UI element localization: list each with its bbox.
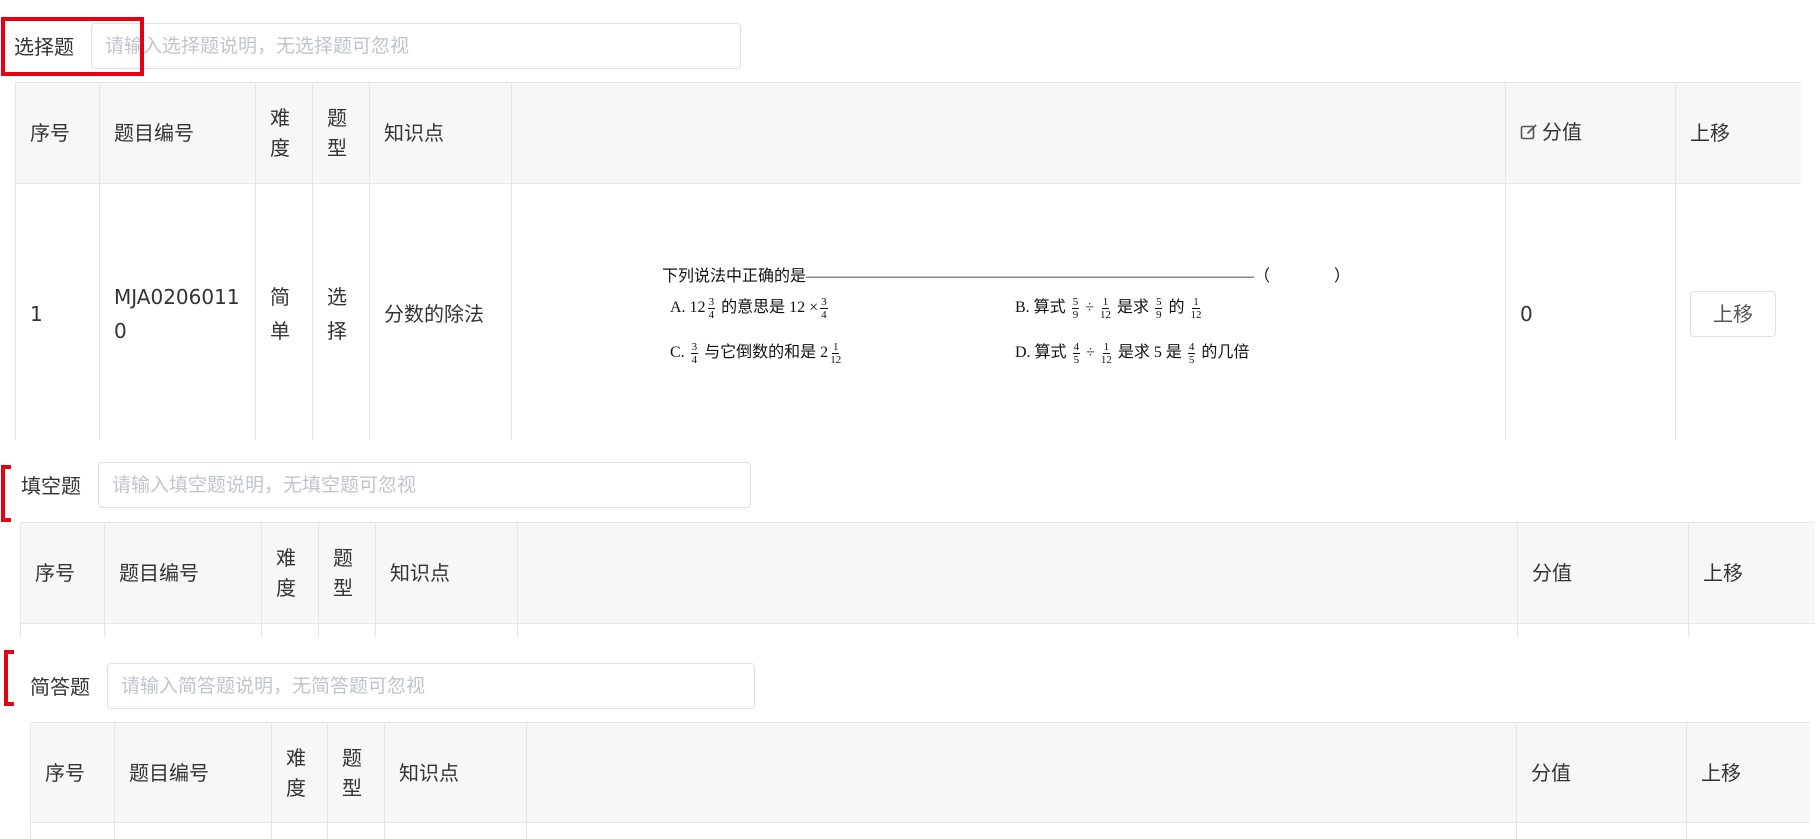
header-code: 题目编号 bbox=[104, 522, 262, 624]
header-move: 上移 bbox=[1675, 82, 1801, 184]
cell-score: 0 bbox=[1505, 183, 1676, 440]
option-b: B. 算式 59 ÷ 1 12 是求 59 的 1 12 bbox=[1015, 295, 1202, 321]
header-difficulty: 难度 bbox=[255, 82, 313, 184]
header-knowledge: 知识点 bbox=[384, 722, 527, 823]
header-index: 序号 bbox=[15, 82, 100, 184]
table-row: 1 MJA02060110 简单 选择 分数的除法 下列说法中正确的是—————… bbox=[15, 183, 1801, 440]
header-type: 题型 bbox=[312, 82, 370, 184]
choice-table-wrap: 序号 题目编号 难度 题型 知识点 分值 上移 1 MJA02060110 简单… bbox=[15, 82, 1801, 440]
section-label-short: 简答题 bbox=[30, 675, 90, 699]
choice-table: 序号 题目编号 难度 题型 知识点 分值 上移 1 MJA02060110 简单… bbox=[15, 82, 1801, 440]
cell-code: MJA02060110 bbox=[99, 183, 256, 440]
question-content: 下列说法中正确的是————————————————————————————（ ）… bbox=[512, 184, 1505, 440]
cell-type: 选择 bbox=[312, 183, 370, 440]
table-row bbox=[30, 822, 1810, 839]
table-header-row: 序号 题目编号 难度 题型 知识点 分值 上移 bbox=[15, 82, 1801, 184]
table-header-row: 序号 题目编号 难度 题型 知识点 分值 上移 bbox=[20, 522, 1815, 624]
choice-description-input[interactable]: 请输入选择题说明，无选择题可忽视 bbox=[91, 23, 741, 69]
header-content bbox=[526, 722, 1517, 823]
header-code: 题目编号 bbox=[114, 722, 272, 823]
header-index: 序号 bbox=[20, 522, 105, 624]
cell-knowledge: 分数的除法 bbox=[369, 183, 512, 440]
header-score: 分值 bbox=[1516, 722, 1687, 823]
option-c: C. 34 与它倒数的和是 2 1 12 bbox=[670, 340, 842, 366]
header-content bbox=[511, 82, 1506, 184]
cell-index: 1 bbox=[15, 183, 100, 440]
header-code: 题目编号 bbox=[99, 82, 256, 184]
header-score: 分值 bbox=[1517, 522, 1689, 624]
cell-move: 上移 bbox=[1675, 183, 1801, 440]
header-difficulty: 难度 bbox=[261, 522, 319, 624]
question-stem: 下列说法中正确的是————————————————————————————（ ） bbox=[662, 268, 1351, 285]
fill-table-wrap: 序号 题目编号 难度 题型 知识点 分值 上移 bbox=[20, 522, 1815, 637]
highlight-bracket bbox=[1, 465, 11, 522]
short-description-input[interactable]: 请输入简答题说明，无简答题可忽视 bbox=[107, 663, 755, 709]
cell-difficulty: 简单 bbox=[255, 183, 313, 440]
fill-description-input[interactable]: 请输入填空题说明，无填空题可忽视 bbox=[98, 462, 751, 508]
header-score-label: 分值 bbox=[1542, 120, 1582, 144]
edit-icon bbox=[1520, 119, 1538, 149]
highlight-box bbox=[1, 17, 144, 76]
question-image: 下列说法中正确的是————————————————————————————（ ）… bbox=[511, 183, 1506, 440]
move-up-button[interactable]: 上移 bbox=[1690, 291, 1776, 337]
header-type: 题型 bbox=[318, 522, 376, 624]
short-table-wrap: 序号 题目编号 难度 题型 知识点 分值 上移 bbox=[30, 722, 1810, 839]
header-score[interactable]: 分值 bbox=[1505, 82, 1676, 184]
header-type: 题型 bbox=[327, 722, 385, 823]
header-difficulty: 难度 bbox=[271, 722, 328, 823]
header-knowledge: 知识点 bbox=[369, 82, 512, 184]
option-d: D. 算式 45 ÷ 1 12 是求 5 是 45 的几倍 bbox=[1015, 340, 1250, 366]
short-table: 序号 题目编号 难度 题型 知识点 分值 上移 bbox=[30, 722, 1810, 839]
fill-table: 序号 题目编号 难度 题型 知识点 分值 上移 bbox=[20, 522, 1815, 637]
table-header-row: 序号 题目编号 难度 题型 知识点 分值 上移 bbox=[30, 722, 1810, 823]
header-content bbox=[517, 522, 1518, 624]
option-a: A. 12 3 4 的意思是 12 × 3 4 bbox=[670, 295, 828, 321]
header-index: 序号 bbox=[30, 722, 115, 823]
header-move: 上移 bbox=[1688, 522, 1815, 624]
highlight-bracket bbox=[4, 650, 14, 706]
header-move: 上移 bbox=[1686, 722, 1810, 823]
section-label-fill: 填空题 bbox=[21, 474, 81, 498]
table-row bbox=[20, 623, 1815, 637]
header-knowledge: 知识点 bbox=[375, 522, 518, 624]
